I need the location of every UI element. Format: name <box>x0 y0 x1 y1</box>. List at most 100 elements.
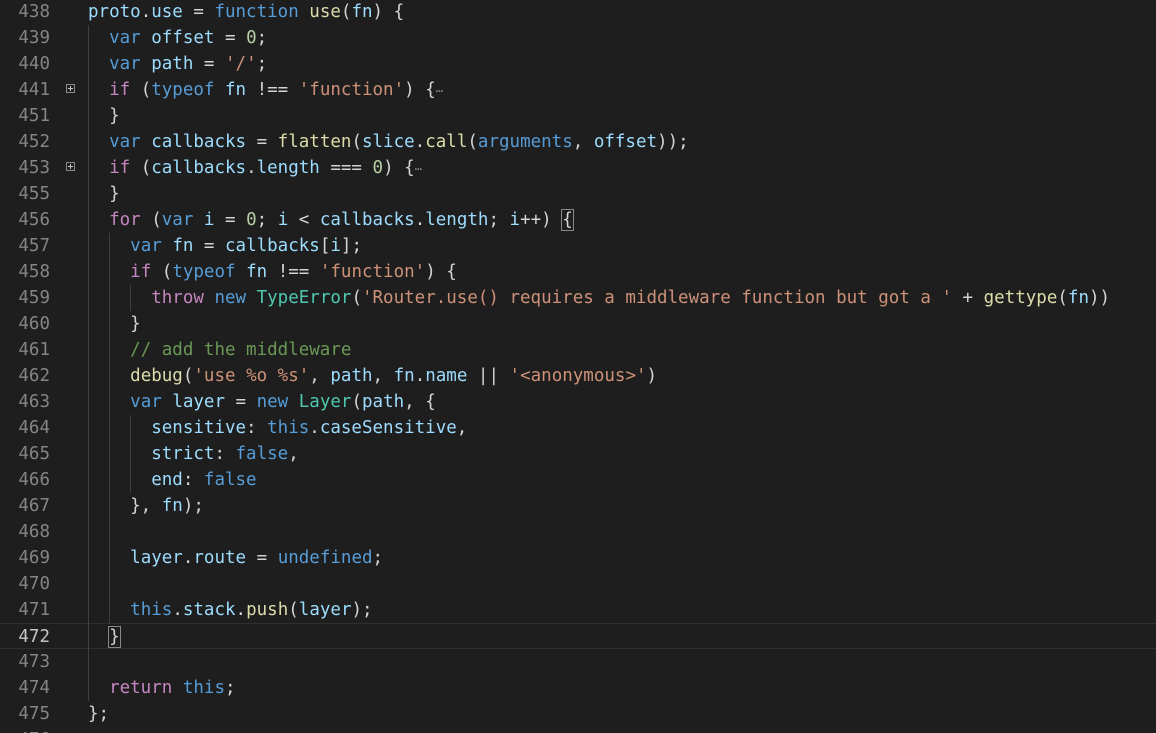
code-text: if (callbacks.length === 0) {⋯ <box>88 155 422 182</box>
code-line[interactable]: 439 var offset = 0; <box>0 25 1156 51</box>
line-number: 470 <box>18 574 50 594</box>
expand-fold-icon[interactable] <box>66 162 75 171</box>
expand-fold-icon[interactable] <box>66 84 75 93</box>
code-line[interactable]: 458 if (typeof fn !== 'function') { <box>0 259 1156 285</box>
code-text: } <box>88 624 121 650</box>
code-line[interactable]: 467 }, fn); <box>0 493 1156 519</box>
code-token: callbacks <box>151 132 247 152</box>
line-number: 462 <box>18 366 50 386</box>
code-token: var <box>109 28 141 48</box>
line-number: 459 <box>18 288 50 308</box>
code-token: 0 <box>372 158 384 178</box>
code-line[interactable]: 460 } <box>0 311 1156 337</box>
code-token: . <box>309 418 320 438</box>
code-token: use <box>151 2 183 22</box>
code-token: = <box>193 54 225 74</box>
code-token: , <box>456 418 468 438</box>
code-line[interactable]: 452 var callbacks = flatten(slice.call(a… <box>0 129 1156 155</box>
code-token: var <box>130 392 162 412</box>
code-token: if <box>109 158 131 178</box>
code-line[interactable]: 459 throw new TypeError('Router.use() re… <box>0 285 1156 311</box>
code-line[interactable]: 473 <box>0 649 1156 675</box>
line-number: 476 <box>0 727 50 733</box>
code-token: . <box>414 366 426 386</box>
code-token: , <box>372 366 394 386</box>
code-token: ) { <box>404 80 436 100</box>
code-token: . <box>172 600 183 620</box>
indent-guide <box>129 285 131 311</box>
code-line[interactable]: 453 if (callbacks.length === 0) {⋯ <box>0 155 1156 181</box>
code-line[interactable]: 457 var fn = callbacks[i]; <box>0 233 1156 259</box>
line-number: 464 <box>18 418 50 438</box>
code-line[interactable]: 475}; <box>0 701 1156 727</box>
code-line[interactable]: 466 end: false <box>0 467 1156 493</box>
code-token: ( <box>340 2 352 22</box>
line-number: 440 <box>18 54 50 74</box>
code-token: fn <box>172 236 194 256</box>
code-token: callbacks <box>319 210 415 230</box>
code-token: } <box>88 106 120 126</box>
code-line[interactable]: 472 } <box>0 623 1156 649</box>
code-editor[interactable]: 438 proto.use = function use(fn) {439 var… <box>0 0 1156 733</box>
code-token: ; <box>256 28 268 48</box>
code-token: Layer <box>298 392 352 412</box>
code-token: ⋯ <box>435 84 443 98</box>
code-line[interactable]: 440 var path = '/'; <box>0 51 1156 77</box>
code-line[interactable]: 474 return this; <box>0 675 1156 701</box>
code-token: = <box>193 236 225 256</box>
code-line[interactable]: 476 <box>0 727 1156 733</box>
code-token: = <box>246 548 278 568</box>
line-number: 441 <box>18 80 50 100</box>
code-line[interactable]: 468 <box>0 519 1156 545</box>
code-line[interactable]: 462 debug('use %o %s', path, fn.name || … <box>0 363 1156 389</box>
code-token: ( <box>130 158 152 178</box>
code-token: strict <box>151 444 215 464</box>
code-line[interactable]: 463 var layer = new Layer(path, { <box>0 389 1156 415</box>
code-line[interactable]: 470 <box>0 571 1156 597</box>
code-line[interactable]: 438 proto.use = function use(fn) { <box>0 0 1156 25</box>
code-text: }, fn); <box>88 493 204 519</box>
code-token: callbacks <box>225 236 320 256</box>
code-line[interactable]: 469 layer.route = undefined; <box>0 545 1156 571</box>
code-token: [ <box>319 236 331 256</box>
code-line[interactable]: 441 if (typeof fn !== 'function') {⋯ <box>0 77 1156 103</box>
code-text: return this; <box>88 675 235 701</box>
code-token: function <box>214 2 299 22</box>
line-number: 475 <box>18 704 50 724</box>
line-number: 439 <box>18 28 50 48</box>
code-text: } <box>88 103 120 129</box>
code-token: . <box>246 158 257 178</box>
code-text: debug('use %o %s', path, fn.name || '<an… <box>88 363 657 389</box>
code-line[interactable]: 461 // add the middleware <box>0 337 1156 363</box>
matched-bracket: } <box>108 626 121 648</box>
code-token: ) { <box>372 2 405 22</box>
code-line[interactable]: 456 for (var i = 0; i < callbacks.length… <box>0 207 1156 233</box>
code-line[interactable]: 451 } <box>0 103 1156 129</box>
line-number: 438 <box>18 2 50 22</box>
code-token: fn <box>351 2 373 22</box>
code-token: caseSensitive <box>319 418 457 438</box>
code-token: 0 <box>246 28 257 48</box>
code-token: 'function' <box>319 262 426 282</box>
code-token: fn <box>1067 288 1089 308</box>
code-text: } <box>88 311 141 337</box>
code-token: // add the middleware <box>130 340 352 360</box>
code-token: ( <box>151 262 173 282</box>
code-line[interactable]: 471 this.stack.push(layer); <box>0 597 1156 623</box>
code-text: if (typeof fn !== 'function') { <box>88 259 457 285</box>
code-text: } <box>88 181 120 207</box>
code-line[interactable]: 455 } <box>0 181 1156 207</box>
code-token: ( <box>467 132 478 152</box>
code-token: ; <box>372 548 384 568</box>
code-line[interactable]: 464 sensitive: this.caseSensitive, <box>0 415 1156 441</box>
code-token: ( <box>351 288 362 308</box>
code-token: )); <box>657 132 689 152</box>
code-token: flatten <box>277 132 352 152</box>
code-line[interactable]: 465 strict: false, <box>0 441 1156 467</box>
line-number: 453 <box>18 158 50 178</box>
code-token: !== <box>267 262 320 282</box>
code-token: debug <box>130 366 183 386</box>
